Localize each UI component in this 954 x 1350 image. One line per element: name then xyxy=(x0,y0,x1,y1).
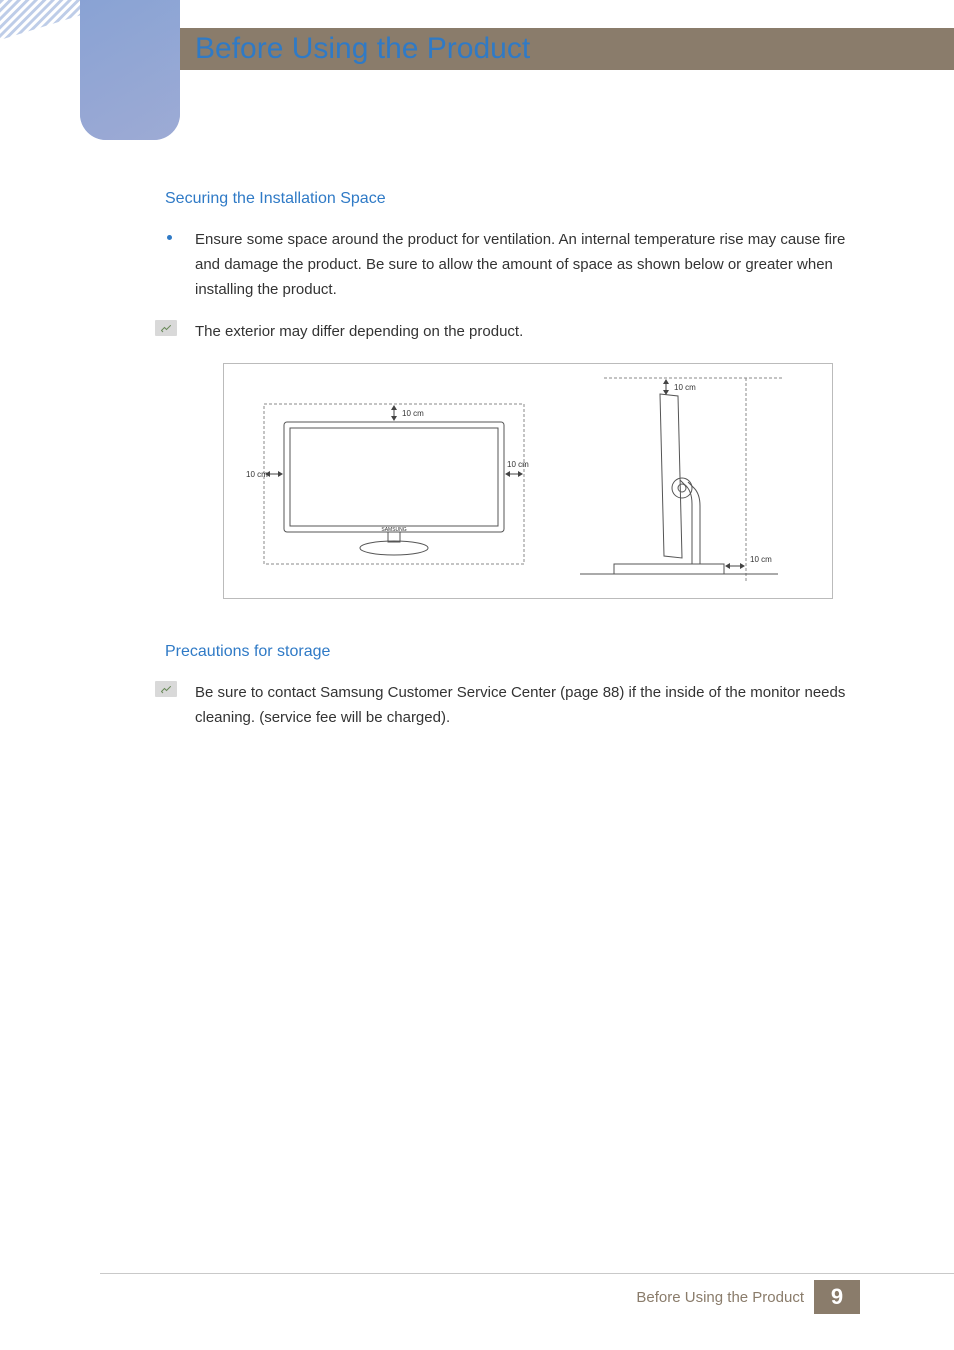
note-item: Be sure to contact Samsung Customer Serv… xyxy=(165,681,873,731)
footer-section-title: Before Using the Product xyxy=(636,1289,804,1306)
bullet-item: Ensure some space around the product for… xyxy=(165,228,873,302)
diagram-brand-label: SAMSUNG xyxy=(381,527,406,533)
diagram-left-clearance: 10 cm xyxy=(246,470,283,479)
note-icon xyxy=(155,681,177,697)
diagram-right-clearance: 10 cm xyxy=(505,460,529,477)
diagram-side-view: 10 cm 10 cm xyxy=(544,364,832,598)
svg-text:10 cm: 10 cm xyxy=(507,460,529,469)
installation-space-diagram: SAMSUNG 10 cm 10 cm xyxy=(223,363,833,599)
section-tab xyxy=(80,0,180,140)
content-area: Securing the Installation Space Ensure s… xyxy=(165,190,873,749)
note-text: The exterior may differ depending on the… xyxy=(195,320,523,345)
svg-text:10 cm: 10 cm xyxy=(246,470,268,479)
svg-text:10 cm: 10 cm xyxy=(674,383,696,392)
note-item: The exterior may differ depending on the… xyxy=(165,320,873,345)
bullet-icon xyxy=(165,228,195,302)
note-icon xyxy=(155,320,177,336)
diagram-front-view: SAMSUNG 10 cm 10 cm xyxy=(224,364,544,598)
subheading-precautions: Precautions for storage xyxy=(165,643,873,661)
footer-divider xyxy=(100,1273,954,1274)
note-text: Be sure to contact Samsung Customer Serv… xyxy=(195,681,873,731)
bullet-text: Ensure some space around the product for… xyxy=(195,228,873,302)
subheading-securing: Securing the Installation Space xyxy=(165,190,873,208)
svg-text:10 cm: 10 cm xyxy=(750,555,772,564)
diagram-side-top-clearance: 10 cm xyxy=(663,379,696,395)
diagram-top-clearance: 10 cm xyxy=(391,405,424,421)
document-page: { "header": { "title": "Before Using the… xyxy=(0,0,954,1350)
svg-text:10 cm: 10 cm xyxy=(402,409,424,418)
diagram-side-back-clearance: 10 cm xyxy=(725,555,772,569)
page-number: 9 xyxy=(814,1280,860,1314)
page-title: Before Using the Product xyxy=(195,28,530,70)
